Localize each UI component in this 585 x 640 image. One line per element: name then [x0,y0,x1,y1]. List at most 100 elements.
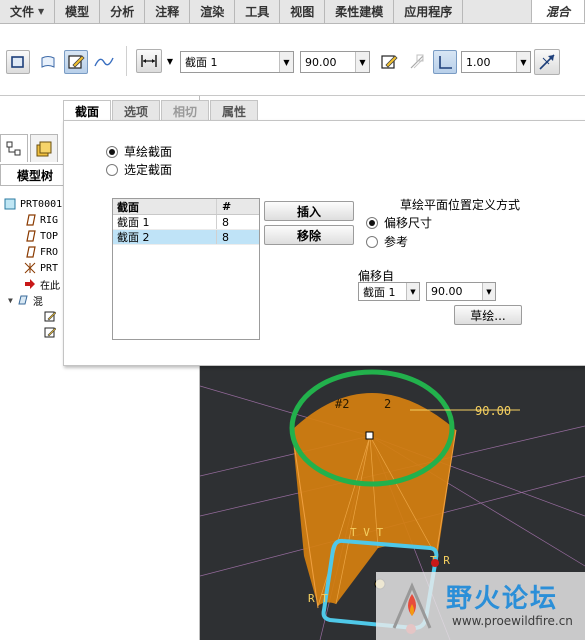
sketch-icon [44,310,56,322]
tab-properties[interactable]: 属性 [210,100,259,121]
dimension-label[interactable]: 90.00 [475,404,511,418]
tree-item-sketch-2[interactable] [44,324,60,340]
surface-button[interactable] [36,50,60,74]
depth-type-button[interactable] [136,49,162,73]
tab-analysis[interactable]: 分析 [100,0,146,23]
offset-value: 90.00 [431,285,463,298]
menu-file-label: 文件 [10,5,35,19]
tab-annotate[interactable]: 注释 [145,0,191,23]
tab-render[interactable]: 渲染 [190,0,236,23]
tree-item-right-plane[interactable]: RIG [24,212,58,228]
sketch-button[interactable]: 草绘... [454,305,522,325]
tree-item-blend-feature[interactable]: ▼ 混 [8,292,43,308]
radio-indicator [106,145,118,158]
column-header-section: 截面 [113,199,217,214]
solid-icon [11,56,24,68]
reference-radio[interactable]: 参考 [366,233,408,250]
surface-icon [41,56,55,68]
section-select[interactable]: 截面 1 ▼ [180,51,294,73]
section-select-value: 截面 1 [185,56,218,69]
watermark: 野火论坛 www.proewildfire.cn [376,572,585,640]
radio-label: 参考 [384,235,409,249]
remove-button[interactable]: 移除 [264,225,354,245]
solid-button[interactable] [6,50,30,74]
tab-blend-label: 混合 [545,4,570,19]
menu-file[interactable]: 文件 ▼ [0,0,56,23]
selected-curve-button[interactable] [92,50,116,74]
sketched-sections-radio[interactable]: 草绘截面 [106,143,172,160]
tab-view[interactable]: 视图 [280,0,326,23]
angle-input[interactable]: 90.00 ▼ [300,51,370,73]
thicken-button[interactable] [405,50,429,74]
ribbon-separator [126,46,127,76]
scale-input-value: 1.00 [466,55,491,69]
coordinate-system-icon [24,262,36,274]
datum-plane-icon [24,246,36,258]
sketched-section-button[interactable] [64,50,88,74]
watermark-url: www.proewildfire.cn [452,614,573,628]
scale-input[interactable]: 1.00 ▼ [461,51,531,73]
section-label-left: #2 [335,397,349,411]
table-cell: 截面 2 [113,230,217,244]
datum-plane-icon [24,214,36,226]
tree-item-sketch-1[interactable] [44,308,60,324]
tab-model[interactable]: 模型 [55,0,101,23]
tab-blend[interactable]: 混合 [530,0,585,23]
offset-from-section-select[interactable]: 截面 1 ▼ [358,282,420,301]
flip-direction-icon [539,54,555,70]
tab-model-tree[interactable] [0,134,28,162]
part-icon [4,198,16,210]
tab-flexible-modeling[interactable]: 柔性建模 [325,0,395,23]
blind-depth-icon [141,55,157,67]
tab-applications[interactable]: 应用程序 [394,0,464,23]
tab-tools[interactable]: 工具 [235,0,281,23]
folder-layers-icon [36,141,52,156]
chevron-down-icon: ▼ [38,7,45,16]
selected-sections-radio[interactable]: 选定截面 [106,161,172,178]
panel-tabs: 截面 选项 相切 属性 [63,100,259,122]
chevron-down-icon: ▼ [355,52,369,72]
tree-item-label: PRT0001 [20,198,63,210]
offset-dimension-radio[interactable]: 偏移尺寸 [366,214,432,231]
watermark-logo-icon [392,582,432,629]
table-cell: 8 [222,230,229,244]
table-row[interactable]: 截面 1 8 [113,215,259,230]
ribbon: ▼ 截面 1 ▼ 90.00 ▼ 1.00 ▼ [0,24,585,96]
tree-item-label: 混 [32,296,43,308]
offset-value-input[interactable]: 90.00 ▼ [426,282,496,301]
sections-table[interactable]: 截面 # 截面 1 8 截面 2 8 [112,198,260,340]
tab-sections[interactable]: 截面 [63,100,112,122]
tree-item-top-plane[interactable]: TOP [24,228,58,244]
table-cell: 8 [222,215,229,229]
watermark-text: 野火论坛 [446,584,559,614]
straight-corner-icon [439,56,452,69]
edit-sketch-button[interactable] [377,50,401,74]
tree-item-label: RIG [40,214,59,226]
tree-item-coordinate-system[interactable]: PRT [24,260,58,276]
flip-direction-button[interactable] [534,49,560,75]
tab-tangency[interactable]: 相切 [161,100,210,121]
model-tree-title: 模型树 [0,164,70,186]
table-row-selected[interactable]: 截面 2 8 [113,230,259,245]
tree-item-insert-here[interactable]: 在此 [24,276,60,292]
table-header: 截面 # [113,199,259,215]
app-window: 文件 ▼ 模型 分析 注释 渲染 工具 视图 柔性建模 应用程序 混合 ▼ 截面… [0,0,585,640]
navigator-tabs [0,134,60,162]
tree-item-label: PRT [40,262,59,274]
tree-item-label: FRO [40,246,59,258]
straight-blend-button[interactable] [433,50,457,74]
chevron-down-icon: ▼ [516,52,530,72]
thicken-icon [410,54,424,69]
tree-item-front-plane[interactable]: FRO [24,244,58,260]
insert-here-arrow-icon [24,278,36,290]
tab-model-label: 模型 [65,5,90,19]
depth-type-dropdown[interactable]: ▼ [163,49,177,73]
tab-folder-browser[interactable] [30,134,58,162]
tab-options[interactable]: 选项 [112,100,161,121]
radio-label: 草绘截面 [124,145,173,159]
section-label-right: 2 [384,397,391,411]
tree-item-part[interactable]: PRT0001 [4,196,62,212]
insert-button[interactable]: 插入 [264,201,354,221]
sketch-pencil-icon [68,55,85,69]
tab-view-label: 视图 [290,5,315,19]
